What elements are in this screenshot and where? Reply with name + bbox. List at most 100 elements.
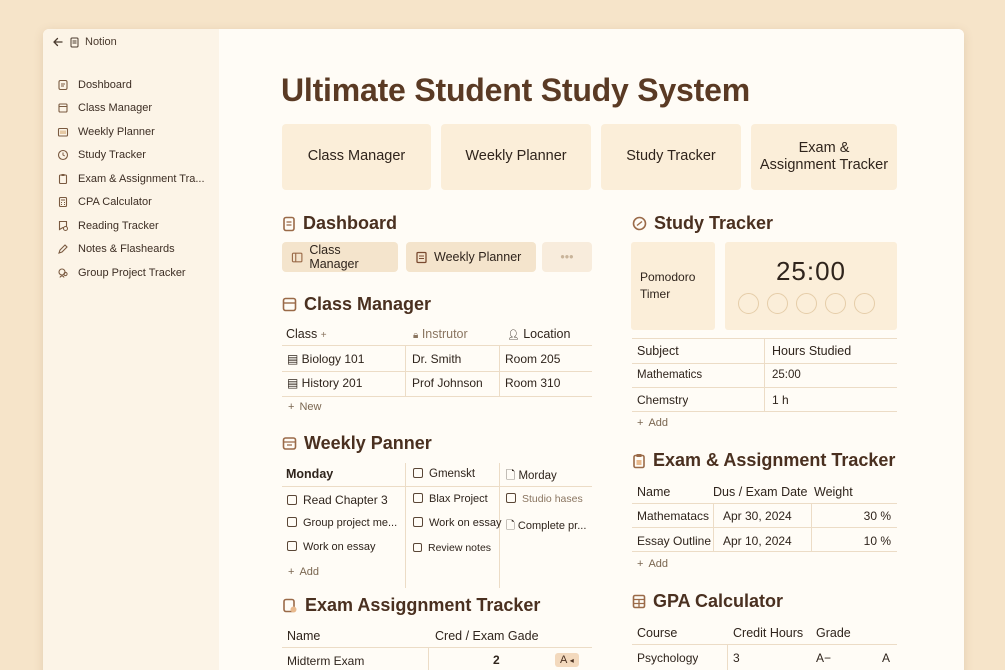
cell-exam-credit[interactable]: 2 <box>493 653 500 667</box>
checkbox[interactable] <box>413 543 422 552</box>
pomodoro-ring[interactable] <box>825 293 846 314</box>
table-row[interactable]: ▤ Biology 101 <box>287 352 364 366</box>
dashboard-title: Dashboard <box>303 213 398 233</box>
checkbox[interactable] <box>413 493 423 503</box>
checkbox[interactable] <box>413 468 423 478</box>
cell-course[interactable]: Psychology <box>637 651 698 665</box>
col-header-weight[interactable]: Weight <box>814 485 853 499</box>
pomodoro-ring[interactable] <box>738 293 759 314</box>
card-class-manager[interactable]: Class Manager <box>282 124 431 190</box>
col-header-instructor[interactable]: 🔒︎ Instrutor <box>413 327 468 341</box>
back-arrow-icon[interactable] <box>52 36 64 48</box>
add-study-button[interactable]: + Add <box>637 417 668 429</box>
cell-location[interactable]: Room 205 <box>505 352 560 366</box>
study-tracker-title: Study Tracker <box>654 213 774 233</box>
card-weekly-planner[interactable]: Weekly Planner <box>441 124 591 190</box>
calendar-icon <box>416 251 427 263</box>
pomodoro-ring[interactable] <box>796 293 817 314</box>
divider <box>282 371 592 372</box>
list-item[interactable]: 🗋︎ Complete pr... <box>506 517 590 536</box>
cell-subject[interactable]: Mathematics <box>637 369 702 381</box>
divider <box>727 644 728 670</box>
cell-hours[interactable]: 25:00 <box>772 369 801 381</box>
list-item[interactable]: Group project me... <box>287 517 399 529</box>
cell-name[interactable]: Essay Outline <box>637 534 711 548</box>
sidebar-item-cpa-calculator[interactable]: CPA Calculator <box>57 191 217 215</box>
cell-grade[interactable]: A− <box>816 651 831 665</box>
cell-subject[interactable]: Chemstry <box>637 393 688 407</box>
divider <box>428 647 429 670</box>
exam-tracker-left-heading: Exam Assiggnment Tracker <box>282 595 540 616</box>
col-header-location[interactable]: 👤︎ Location <box>507 327 570 341</box>
cell-instructor[interactable]: Dr. Smith <box>412 352 461 366</box>
card-study-tracker[interactable]: Study Tracker <box>601 124 741 190</box>
pomodoro-ring[interactable] <box>854 293 875 314</box>
checkbox[interactable] <box>287 495 297 505</box>
sidebar-item-notes-flashcards[interactable]: Notes & Flasheards <box>57 238 217 262</box>
new-row-button[interactable]: + New <box>288 401 321 413</box>
main-content: Ultimate Student Study System Class Mana… <box>219 29 964 670</box>
col-header-hours[interactable]: Hours Studied <box>772 344 851 358</box>
checkbox[interactable] <box>413 517 423 527</box>
list-item[interactable]: Work on essay <box>413 517 502 529</box>
col-header-credit-hours[interactable]: Credit Hours <box>733 626 803 640</box>
col-header-class[interactable]: Class + <box>286 327 327 341</box>
cell-weight[interactable]: 30 % <box>841 509 891 523</box>
exam-tracker-title: Exam & Assignment Tracker <box>653 450 896 470</box>
col-header-monday[interactable]: Monday <box>286 467 333 481</box>
card-exam-assignment[interactable]: Exam & Assignment Tracker <box>751 124 897 190</box>
sidebar-item-label: Class Manager <box>78 102 152 115</box>
pomodoro-card[interactable]: Pomodoro Timer <box>631 242 715 330</box>
cell-weight[interactable]: 10 % <box>841 534 891 548</box>
col-header-3[interactable]: 🗋︎ Morday <box>506 468 557 487</box>
checkbox[interactable] <box>287 541 297 551</box>
col-header-name[interactable]: Name <box>637 485 670 499</box>
sidebar-item-class-manager[interactable]: Class Manager <box>57 97 217 121</box>
col-header-cred[interactable]: Cred / Exam Gade <box>435 629 539 643</box>
col-header-subject[interactable]: Subject <box>637 344 679 358</box>
table-row[interactable]: ▤ History 201 <box>287 376 362 390</box>
card-label: Study Tracker <box>626 148 716 165</box>
cell-credit-hours[interactable]: 3 <box>733 651 740 665</box>
timer-card[interactable]: 25:00 <box>725 242 897 330</box>
col-header-course[interactable]: Course <box>637 626 677 640</box>
list-item[interactable]: Blax Project <box>413 493 488 505</box>
add-task-button[interactable]: + Add <box>288 566 319 578</box>
cell-date[interactable]: Apr 10, 2024 <box>723 534 792 548</box>
chip-class-manager[interactable]: Class Manager <box>282 242 398 272</box>
chip-more[interactable]: ••• <box>542 242 592 272</box>
col-header-due-date[interactable]: Dus / Exam Date <box>713 485 807 499</box>
cell-location[interactable]: Room 310 <box>505 376 560 390</box>
col-header-2[interactable]: Gmenskt <box>413 468 475 480</box>
timer-icon <box>632 216 647 231</box>
app-name[interactable]: Notion <box>85 36 117 48</box>
list-item[interactable]: Studio hases <box>506 493 583 505</box>
grade-badge[interactable]: A ◂ <box>555 653 579 667</box>
cell-date[interactable]: Apr 30, 2024 <box>723 509 792 523</box>
task-label: Complete pr... <box>517 520 587 532</box>
cell-exam-name[interactable]: Midterm Exam <box>287 654 364 668</box>
sidebar-item-dashboard[interactable]: Doshboard <box>57 73 217 97</box>
cell-hours[interactable]: 1 h <box>772 393 789 407</box>
pomodoro-ring[interactable] <box>767 293 788 314</box>
sidebar-item-reading-tracker[interactable]: Reading Tracker <box>57 214 217 238</box>
list-item[interactable]: Work on essay <box>287 541 376 553</box>
sidebar-item-group-project[interactable]: Group Project Tracker <box>57 261 217 285</box>
add-exam-button[interactable]: + Add <box>637 558 668 570</box>
sidebar-item-study-tracker[interactable]: Study Tracker <box>57 144 217 168</box>
checkbox[interactable] <box>287 517 297 527</box>
col-header-name[interactable]: Name <box>287 629 320 643</box>
calendar-icon <box>282 437 297 450</box>
list-item[interactable]: Read Chapter 3 <box>287 493 388 507</box>
cell-name[interactable]: Mathematacs <box>637 509 709 523</box>
cell-instructor[interactable]: Prof Johnson <box>412 376 483 390</box>
sidebar-item-weekly-planner[interactable]: Weekly Planner <box>57 120 217 144</box>
col-header-grade[interactable]: Grade <box>816 626 851 640</box>
chip-weekly-planner[interactable]: Weekly Planner <box>406 242 536 272</box>
checkbox[interactable] <box>506 493 516 503</box>
divider <box>632 503 897 504</box>
cell-grade-result[interactable]: A <box>882 651 890 665</box>
sidebar-item-exam-assignment[interactable]: Exam & Assignment Tra... <box>57 167 217 191</box>
add-label: Add <box>648 558 669 570</box>
list-item[interactable]: Review notes <box>413 542 491 554</box>
